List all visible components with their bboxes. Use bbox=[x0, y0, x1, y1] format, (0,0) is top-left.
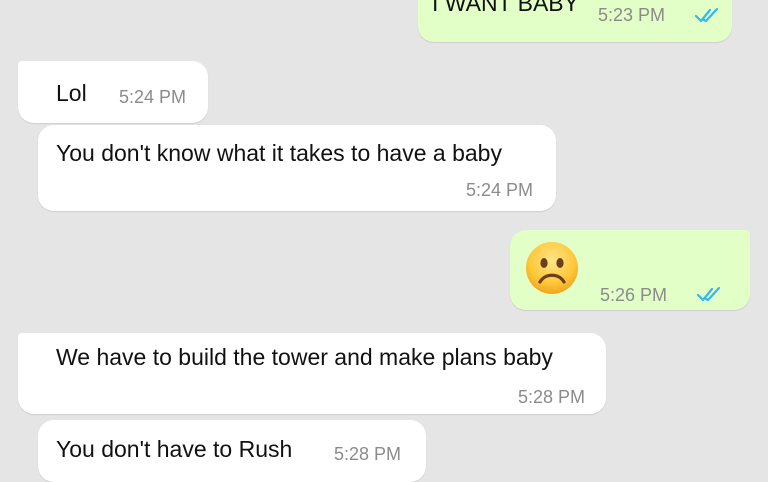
chat-area[interactable]: I WANT BABY 5:23 PM Lol 5:24 PM You don'… bbox=[0, 0, 768, 482]
message-text: I WANT BABY bbox=[432, 0, 579, 16]
message-time: 5:26 PM bbox=[600, 285, 668, 305]
message-bubble-outgoing[interactable]: 5:26 PM bbox=[510, 230, 750, 310]
message-bubble-incoming[interactable]: Lol 5:24 PM bbox=[18, 61, 208, 123]
message-time: 5:24 PM bbox=[466, 180, 534, 200]
message-bubble-incoming[interactable]: We have to build the tower and make plan… bbox=[18, 333, 606, 414]
message-time: 5:24 PM bbox=[119, 87, 187, 107]
message-text: You don't know what it takes to have a b… bbox=[56, 140, 502, 166]
message-text: We have to build the tower and make plan… bbox=[56, 344, 553, 370]
message-time: 5:28 PM bbox=[518, 387, 586, 407]
message-text: Lol bbox=[56, 80, 87, 106]
message-time: 5:23 PM bbox=[598, 5, 666, 25]
message-time: 5:28 PM bbox=[334, 444, 402, 464]
message-bubble-incoming[interactable]: You don't have to Rush 5:28 PM bbox=[38, 420, 426, 482]
double-check-read-icon bbox=[694, 7, 719, 23]
frowning-face-emoji-icon bbox=[526, 242, 578, 294]
double-check-read-icon bbox=[696, 286, 721, 302]
message-bubble-incoming[interactable]: You don't know what it takes to have a b… bbox=[38, 125, 556, 211]
message-bubble-outgoing[interactable]: I WANT BABY 5:23 PM bbox=[418, 0, 732, 42]
